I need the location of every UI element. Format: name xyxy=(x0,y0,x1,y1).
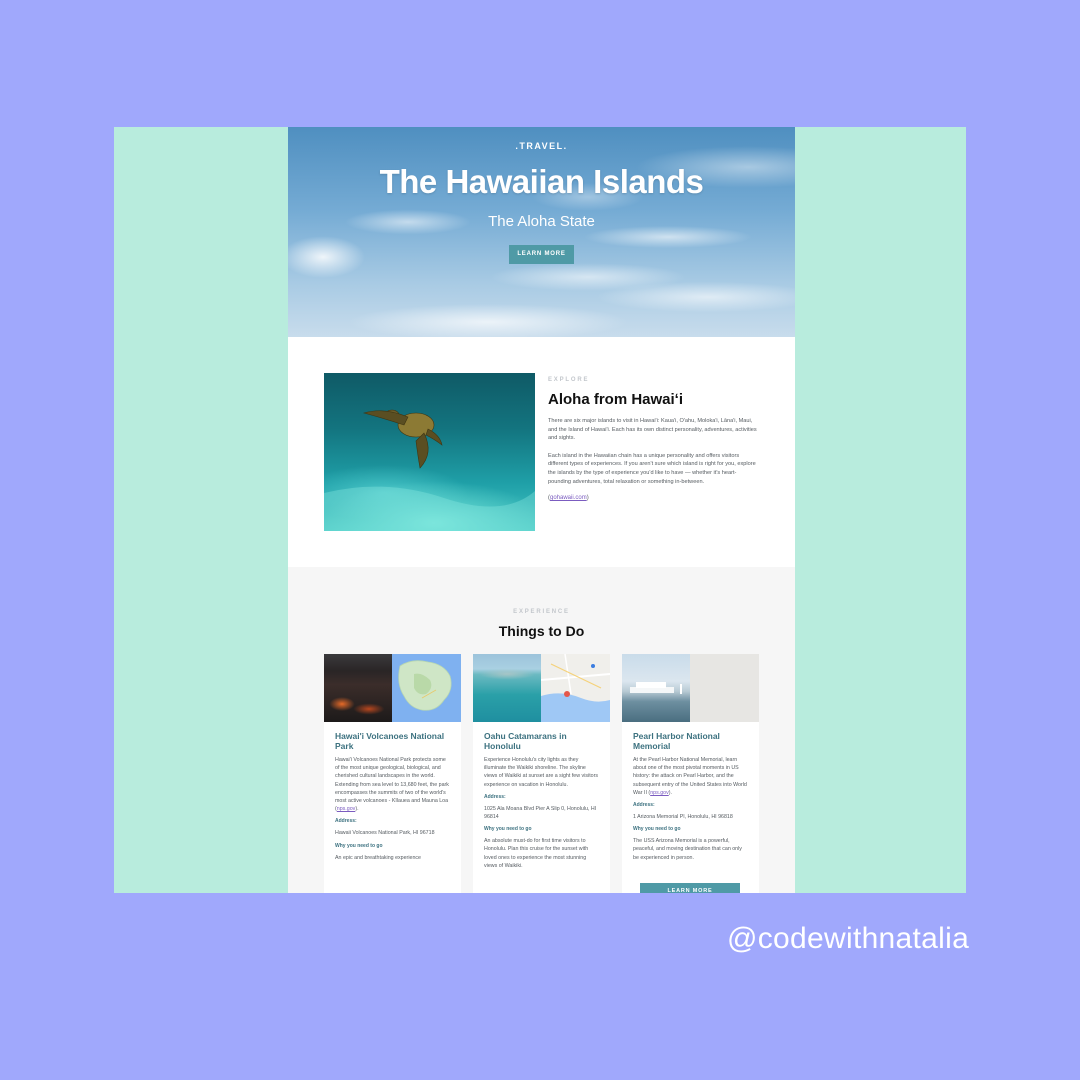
hero-learn-more-button[interactable]: LEARN MORE xyxy=(509,245,574,264)
volcano-photo xyxy=(324,654,392,722)
card-description: At the Pearl Harbor National Memorial, l… xyxy=(633,757,747,796)
experience-eyebrow: EXPERIENCE xyxy=(513,609,570,615)
address-label: Address: xyxy=(484,793,506,800)
author-handle: @codewithnatalia xyxy=(727,922,970,955)
website-screenshot: .TRAVEL. The Hawaiian Islands The Aloha … xyxy=(288,127,795,893)
explore-paragraph-1: There are six major islands to visit in … xyxy=(548,418,757,442)
sea-turtle-photo xyxy=(324,373,535,531)
card-body: Hawai'i Volcanoes National Park Hawai'i … xyxy=(335,731,451,862)
card-address: 1025 Ala Moana Blvd Pier A Slip 0, Honol… xyxy=(484,805,597,821)
card-volcanoes: Hawai'i Volcanoes National Park Hawai'i … xyxy=(324,654,461,893)
hero-subtitle: The Aloha State xyxy=(488,213,595,230)
explore-paragraph-2: Each island in the Hawaiian chain has a … xyxy=(548,452,756,485)
hero-title: The Hawaiian Islands xyxy=(379,163,704,200)
gohawaii-link[interactable]: gohawaii.com xyxy=(550,495,587,501)
card-why: An absolute must-do for first time visit… xyxy=(484,838,589,869)
experience-section: EXPERIENCE Things to Do Hawai'i Volcanoe… xyxy=(288,567,795,893)
address-label: Address: xyxy=(335,818,357,825)
card-title: Oahu Catamarans in Honolulu xyxy=(484,731,567,751)
nps-link[interactable]: nps.gov xyxy=(650,790,669,796)
nps-link[interactable]: nps.gov xyxy=(337,806,356,812)
why-label: Why you need to go xyxy=(484,826,532,833)
why-label: Why you need to go xyxy=(633,826,681,833)
card-why: An epic and breathtaking experience xyxy=(335,854,421,861)
experience-title: Things to Do xyxy=(498,623,585,639)
card-description: Experience Honolulu's city lights as the… xyxy=(484,757,599,788)
sea-turtle-icon xyxy=(324,409,535,531)
card-body: Oahu Catamarans in Honolulu Experience H… xyxy=(484,731,600,870)
card-body: Pearl Harbor National Memorial At the Pe… xyxy=(633,731,749,862)
card-why: The USS Arizona Memorial is a powerful, … xyxy=(633,838,742,861)
card-title: Pearl Harbor National Memorial xyxy=(633,731,720,751)
explore-section: EXPLORE Aloha from Hawaiʻi There are six… xyxy=(288,337,795,567)
mockup-panel: .TRAVEL. The Hawaiian Islands The Aloha … xyxy=(114,127,966,893)
explore-source: (gohawaii.com) xyxy=(548,495,589,502)
pearl-harbor-photo xyxy=(622,654,690,722)
hawaii-island-map[interactable] xyxy=(392,654,461,722)
map-icon xyxy=(398,660,452,711)
card-address: Hawaii Volcanoes National Park, HI 96718 xyxy=(335,830,435,837)
card-address: 1 Arizona Memorial Pl, Honolulu, HI 9681… xyxy=(633,814,733,821)
card-pearl-harbor: Pearl Harbor National Memorial At the Pe… xyxy=(622,654,759,893)
card-learn-more-button[interactable]: LEARN MORE xyxy=(640,883,740,893)
hero-eyebrow: .TRAVEL. xyxy=(515,141,568,151)
explore-text: EXPLORE Aloha from Hawaiʻi There are six… xyxy=(548,377,758,504)
memorial-icon xyxy=(630,682,682,694)
honolulu-map[interactable] xyxy=(541,654,610,722)
card-catamarans: Oahu Catamarans in Honolulu Experience H… xyxy=(473,654,610,893)
explore-title: Aloha from Hawaiʻi xyxy=(548,391,684,408)
explore-eyebrow: EXPLORE xyxy=(548,377,590,383)
image-placeholder xyxy=(690,654,759,722)
waikiki-beach-photo xyxy=(473,654,541,722)
map-icon xyxy=(541,654,610,722)
address-label: Address: xyxy=(633,802,655,809)
hero-section: .TRAVEL. The Hawaiian Islands The Aloha … xyxy=(288,127,795,337)
why-label: Why you need to go xyxy=(335,842,383,849)
card-title: Hawai'i Volcanoes National Park xyxy=(335,731,445,751)
card-description: Hawai'i Volcanoes National Park protects… xyxy=(335,757,449,813)
